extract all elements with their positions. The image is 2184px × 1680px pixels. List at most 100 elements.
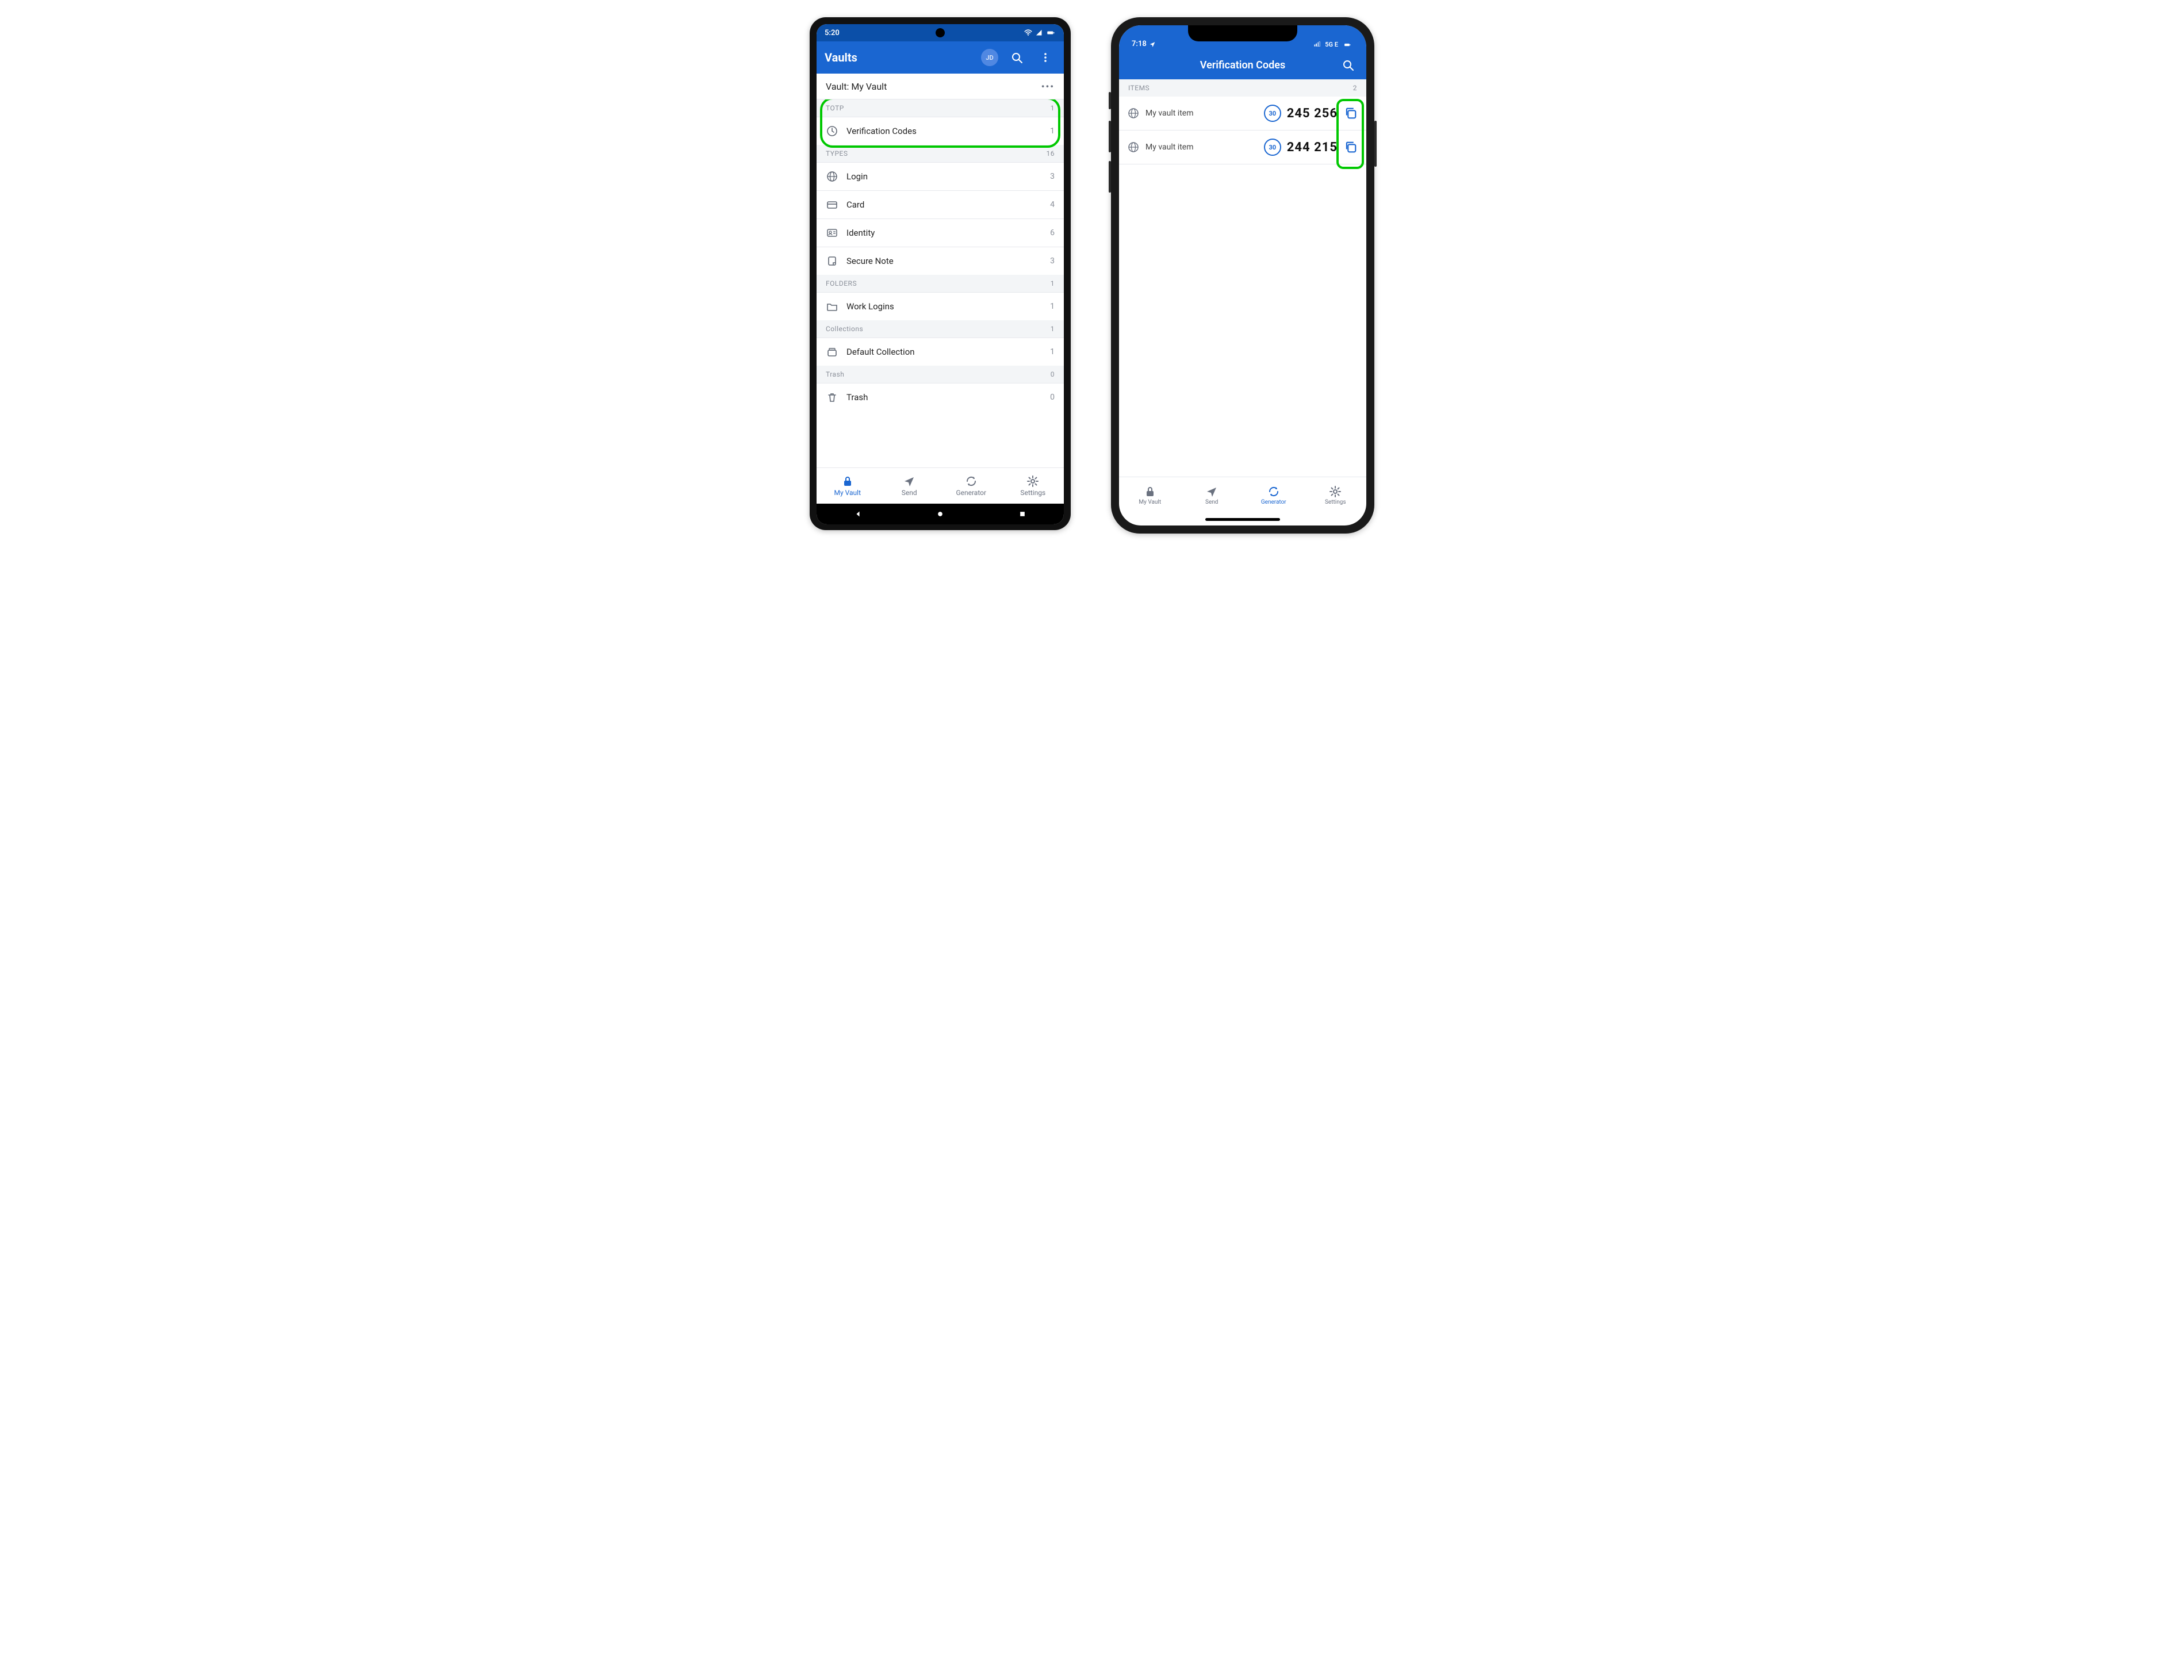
section-header: Collections 1	[817, 320, 1064, 337]
battery-icon	[1045, 29, 1056, 37]
list-row[interactable]: Secure Note 3	[817, 247, 1064, 275]
list-row[interactable]: Work Logins 1	[817, 292, 1064, 320]
network-label: 5G E	[1325, 41, 1338, 48]
copy-icon	[1343, 140, 1358, 155]
tab-settings[interactable]: Settings	[1002, 468, 1064, 504]
section-count: 0	[1051, 370, 1055, 378]
battery-icon	[1341, 41, 1354, 48]
row-label: Login	[846, 171, 1042, 182]
row-label: Work Logins	[846, 301, 1042, 312]
folder-icon	[826, 300, 838, 313]
row-label: Trash	[846, 392, 1042, 402]
tab-label: Generator	[1261, 499, 1286, 505]
cell-signal-icon	[1313, 41, 1322, 48]
search-button[interactable]	[1006, 47, 1027, 68]
section-count: 16	[1047, 149, 1055, 158]
camera-hole	[936, 28, 945, 37]
row-count: 4	[1050, 200, 1055, 209]
list-row[interactable]: Card 4	[817, 190, 1064, 218]
section-count: 2	[1353, 84, 1357, 92]
nav-recent-icon[interactable]	[1018, 510, 1026, 518]
side-button	[1109, 161, 1111, 193]
totp-code: 244 215	[1287, 140, 1338, 155]
section-header: TOTP1	[817, 99, 1064, 117]
tab-generator[interactable]: Generator	[1243, 477, 1305, 513]
row-count: 6	[1050, 228, 1055, 237]
tab-my-vault[interactable]: My Vault	[1119, 477, 1181, 513]
row-label: Default Collection	[846, 347, 1042, 357]
side-button	[1374, 121, 1377, 167]
tab-generator[interactable]: Generator	[940, 468, 1002, 504]
globe-icon	[1127, 141, 1140, 154]
card-icon	[826, 198, 838, 211]
refresh-icon	[1267, 485, 1280, 498]
totp-code: 245 256	[1287, 106, 1338, 121]
location-icon	[1149, 41, 1156, 48]
row-count: 1	[1050, 302, 1055, 311]
tab-label: Settings	[1020, 489, 1045, 497]
row-count: 0	[1050, 393, 1055, 402]
vault-selector[interactable]: Vault: My Vault •••	[817, 74, 1064, 99]
row-label: Secure Note	[846, 256, 1042, 266]
section-label: Trash	[826, 370, 844, 378]
side-button	[1109, 92, 1111, 109]
list-row[interactable]: Verification Codes1	[817, 117, 1064, 145]
app-title: Vaults	[825, 51, 973, 64]
search-icon	[1010, 51, 1023, 64]
account-avatar[interactable]: JD	[981, 49, 998, 66]
countdown-timer: 30	[1264, 139, 1281, 156]
row-count: 3	[1050, 256, 1055, 266]
screen-title: Verification Codes	[1200, 59, 1285, 71]
tab-label: Send	[1205, 499, 1218, 505]
totp-item-row[interactable]: My vault item 30 244 215	[1119, 131, 1366, 164]
status-bar: 5:20	[817, 24, 1064, 41]
send-icon	[1205, 485, 1218, 498]
wifi-icon	[1024, 28, 1033, 37]
totp-item-row[interactable]: My vault item 30 245 256	[1119, 97, 1366, 131]
android-nav-bar	[817, 504, 1064, 524]
copy-button[interactable]	[1343, 106, 1358, 121]
home-indicator[interactable]	[1119, 513, 1366, 526]
trash-icon	[826, 391, 838, 404]
lock-icon	[1144, 485, 1156, 498]
section-label: Collections	[826, 325, 863, 333]
tab-send[interactable]: Send	[1181, 477, 1243, 513]
nav-back-icon[interactable]	[854, 510, 862, 518]
search-button[interactable]	[1338, 55, 1358, 75]
list-row[interactable]: Trash 0	[817, 383, 1064, 411]
section-label: TOTP	[826, 104, 844, 112]
gear-icon	[1329, 485, 1342, 498]
item-label: My vault item	[1145, 143, 1258, 152]
section-header: FOLDERS1	[817, 275, 1064, 292]
row-label: Identity	[846, 228, 1042, 238]
side-button	[1109, 121, 1111, 152]
lock-icon	[841, 475, 854, 488]
status-time: 5:20	[825, 29, 840, 37]
tab-send[interactable]: Send	[879, 468, 941, 504]
globe-icon	[826, 170, 838, 183]
section-header: Trash 0	[817, 366, 1064, 383]
tab-my-vault[interactable]: My Vault	[817, 468, 879, 504]
bottom-tab-bar: My Vault Send Generator Settings	[817, 467, 1064, 504]
row-label: Card	[846, 200, 1042, 210]
tab-settings[interactable]: Settings	[1305, 477, 1367, 513]
vault-list: TOTP1Verification Codes1TYPES16Login3Car…	[817, 99, 1064, 467]
section-label: ITEMS	[1128, 84, 1150, 92]
copy-button[interactable]	[1343, 140, 1358, 155]
nav-home-icon[interactable]	[936, 510, 944, 518]
list-row[interactable]: Default Collection 1	[817, 337, 1064, 366]
tab-label: Send	[902, 489, 917, 497]
section-label: FOLDERS	[826, 279, 857, 287]
more-button[interactable]	[1035, 47, 1056, 68]
list-row[interactable]: Identity 6	[817, 218, 1064, 247]
id-icon	[826, 227, 838, 239]
notch	[1188, 25, 1297, 41]
list-row[interactable]: Login3	[817, 162, 1064, 190]
row-count: 1	[1050, 347, 1055, 356]
note-icon	[826, 255, 838, 267]
tab-label: My Vault	[834, 489, 861, 497]
countdown-timer: 30	[1264, 105, 1281, 122]
bottom-tab-bar: My Vault Send Generator Settings	[1119, 477, 1366, 513]
section-count: 1	[1051, 325, 1055, 333]
items-list: ITEMS 2 My vault item 30 245 256 My vaul…	[1119, 79, 1366, 477]
